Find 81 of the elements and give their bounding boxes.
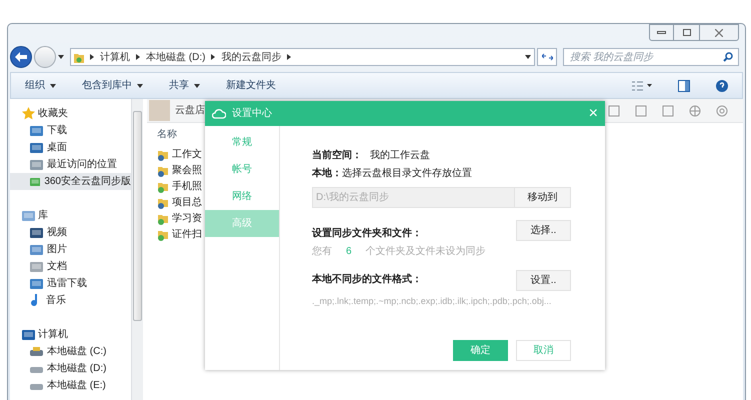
folder-icon [30, 278, 43, 290]
settings-icon[interactable] [716, 104, 728, 116]
nav-item[interactable]: 迅雷下载 [10, 275, 131, 292]
breadcrumb-arrow-icon [211, 54, 216, 60]
back-button[interactable] [10, 46, 32, 68]
folder-icon [30, 176, 40, 188]
dialog-title: 设置中心 [232, 106, 272, 121]
current-space-label: 当前空间： [312, 148, 362, 163]
sync-title: 设置同步文件夹和文件： [312, 226, 423, 241]
search-icon [723, 52, 733, 62]
breadcrumb-arrow-icon [90, 54, 94, 60]
file-name[interactable]: 工作文 [172, 147, 202, 162]
file-name[interactable]: 聚会照 [172, 163, 202, 178]
minimize-button[interactable] [649, 24, 674, 41]
folder-icon [30, 124, 43, 136]
toolbar-button[interactable]: 组织 [25, 78, 56, 93]
select-button[interactable]: 选择.. [516, 220, 571, 241]
folder-icon [30, 142, 43, 154]
file-name[interactable]: 手机照 [172, 179, 202, 194]
search-field[interactable]: 搜索 我的云盘同步 [563, 48, 739, 66]
toolbar-button[interactable]: 新建文件夹 [226, 78, 276, 93]
avatar [149, 100, 170, 121]
document-icon [30, 260, 43, 272]
caret-icon [525, 55, 531, 59]
nav-item[interactable]: 最近访问的位置 [10, 156, 131, 173]
nav-group-label[interactable]: 库 [38, 208, 48, 223]
sync-count: 6 [346, 245, 352, 259]
help-icon[interactable] [716, 80, 728, 92]
caret-icon [58, 55, 64, 59]
view-options-icon[interactable] [632, 80, 652, 90]
scrollbar-thumb[interactable] [133, 111, 142, 321]
folder-icon [22, 210, 35, 222]
breadcrumb-item[interactable]: 本地磁盘 (D:) [146, 50, 206, 64]
current-space-value: 我的工作云盘 [370, 148, 430, 163]
monitor-icon [22, 328, 35, 340]
nav-item[interactable]: 音乐 [10, 292, 131, 309]
nav-item[interactable]: 桌面 [10, 139, 131, 156]
film-icon [30, 226, 43, 238]
move-to-button[interactable]: 移动到 [515, 187, 571, 208]
nav-item[interactable]: 图片 [10, 241, 131, 258]
nav-group-label[interactable]: 计算机 [38, 327, 68, 342]
maximize-button[interactable] [674, 24, 699, 41]
arrow-left-icon [15, 52, 27, 62]
nav-item[interactable]: 360安全云盘同步版 [10, 173, 131, 190]
refresh-icon [542, 53, 552, 61]
sync-suffix: 个文件夹及文件未设为同步 [366, 244, 486, 259]
breadcrumb-item[interactable]: 计算机 [100, 50, 130, 64]
drive-icon [30, 346, 43, 356]
file-name[interactable]: 学习资 [172, 211, 202, 226]
nav-item[interactable]: 本地磁盘 (C:) [10, 343, 131, 360]
user-name: 云盘店 [175, 104, 205, 118]
preview-pane-icon[interactable] [678, 80, 690, 92]
refresh-button[interactable] [537, 48, 557, 66]
file-name[interactable]: 项目总 [172, 195, 202, 210]
nav-item[interactable]: 下载 [10, 122, 131, 139]
local-label: 本地： [312, 166, 342, 181]
toolbar-button[interactable]: 包含到库中 [82, 78, 143, 93]
address-field[interactable]: 计算机 本地磁盘 (D:) 我的云盘同步 [70, 48, 535, 66]
nav-item[interactable]: 本地磁盘 (D:) [10, 360, 131, 377]
cloud-icon [212, 108, 226, 118]
sync-prefix: 您有 [312, 245, 332, 259]
close-button[interactable] [699, 24, 739, 41]
breadcrumb-arrow-icon [287, 54, 292, 60]
picture-icon [30, 244, 43, 256]
folder-icon [74, 52, 84, 62]
nav-item[interactable]: 文档 [10, 258, 131, 275]
breadcrumb-item[interactable]: 我的云盘同步 [221, 50, 282, 64]
settings-button[interactable]: 设置.. [516, 270, 571, 291]
globe-icon[interactable] [689, 104, 701, 116]
close-icon [715, 28, 723, 36]
nav-group-label[interactable]: 收藏夹 [38, 106, 68, 121]
folder-icon [30, 158, 43, 170]
exclude-list: ._mp;.lnk;.temp;.~mp;.ncb;.exp;.idb;.ilk;.ipch;.pdb;.pch;.obj... [312, 295, 571, 308]
file-name[interactable]: 证件扫 [172, 227, 202, 242]
local-hint: 选择云盘根目录文件存放位置 [342, 166, 472, 181]
toolbar-button[interactable]: 共享 [169, 78, 200, 93]
exclude-title: 本地不同步的文件格式： [312, 272, 422, 287]
nav-item[interactable]: 视频 [10, 224, 131, 241]
star-icon [22, 107, 35, 120]
breadcrumb-arrow-icon [136, 54, 140, 60]
nav-item[interactable]: 本地磁盘 (E:) [10, 377, 131, 394]
